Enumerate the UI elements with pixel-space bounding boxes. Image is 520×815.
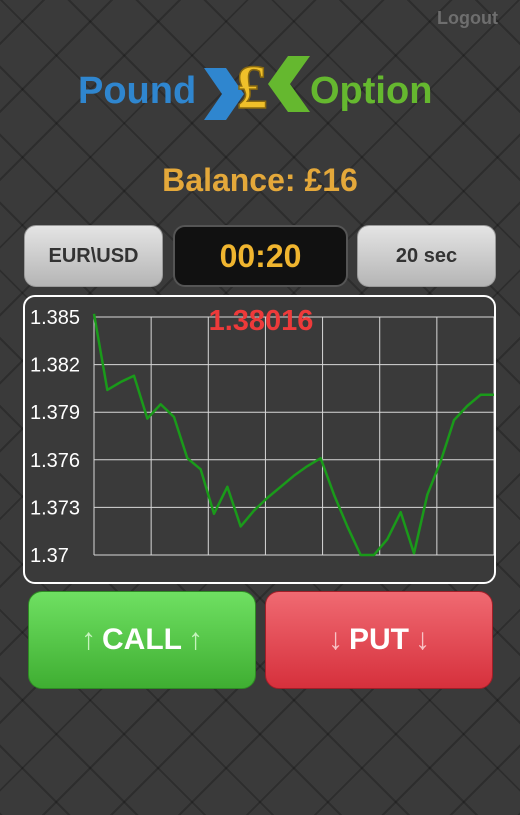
y-tick-label: 1.37: [30, 545, 69, 567]
y-tick-label: 1.379: [30, 402, 80, 424]
duration-button[interactable]: 20 sec: [357, 225, 496, 287]
put-arrow-down-icon: ↓: [415, 623, 430, 656]
logo-mark: £: [204, 53, 310, 122]
price-chart-svg: 1.385 1.382 1.379 1.376 1.373 1.37 1.38016: [30, 305, 494, 567]
call-button[interactable]: ↑ CALL ↑: [28, 591, 256, 689]
logo: Pound £ Option: [78, 52, 442, 122]
currency-pair-button[interactable]: EUR\USD: [24, 225, 163, 287]
logo-word-pound: Pound: [78, 70, 197, 112]
current-price-label: 1.38016: [209, 305, 314, 337]
balance-display: Balance: £16: [162, 162, 358, 198]
logo-word-option: Option: [310, 70, 433, 112]
countdown-timer: 00:20: [173, 225, 348, 287]
y-tick-label: 1.376: [30, 450, 80, 472]
put-button[interactable]: ↓ PUT ↓: [265, 591, 493, 689]
y-tick-label: 1.385: [30, 307, 80, 329]
put-label: PUT: [349, 623, 409, 656]
logo-pound-symbol: £: [237, 54, 268, 122]
y-tick-label: 1.382: [30, 355, 80, 377]
call-label: CALL: [102, 623, 182, 656]
price-series-line: [92, 313, 494, 557]
call-arrow-up-icon: ↑: [187, 623, 203, 656]
price-chart: 1.385 1.382 1.379 1.376 1.373 1.37 1.38016: [23, 295, 496, 584]
y-tick-label: 1.373: [30, 497, 80, 519]
call-arrow-up-icon: ↑: [81, 623, 96, 656]
logout-link[interactable]: Logout: [437, 8, 498, 29]
put-arrow-down-icon: ↓: [328, 623, 343, 656]
